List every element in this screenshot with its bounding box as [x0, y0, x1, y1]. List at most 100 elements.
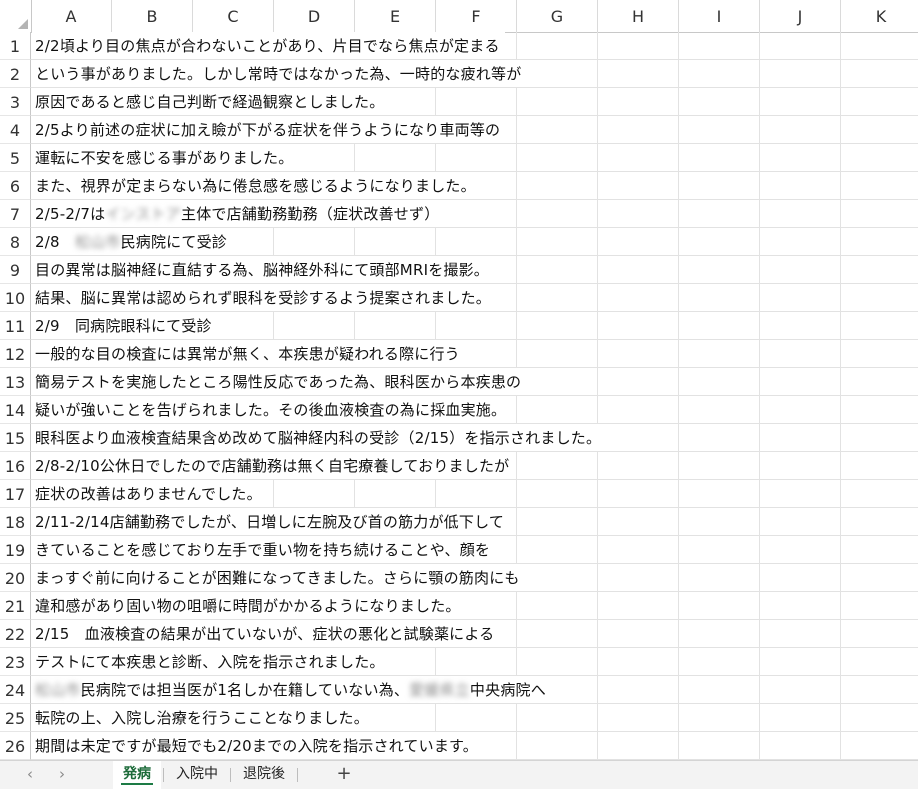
cell-text: 2/8-2/10公休日でしたので店舗勤務は無く自宅療養しておりましたが: [35, 457, 510, 475]
column-header-e[interactable]: E: [355, 0, 436, 32]
cell-text: 眼科医より血液検査結果含め改めて脳神経内科の受診（2/15）を指示されました。: [35, 429, 602, 447]
row-header[interactable]: 2: [0, 60, 31, 88]
column-gridline: [678, 32, 679, 760]
cell-a20[interactable]: まっすぐ前に向けることが困難になってきました。さらに顎の筋肉にも: [35, 564, 520, 592]
column-gridline: [840, 32, 841, 760]
row-header[interactable]: 15: [0, 424, 31, 452]
cell-a13[interactable]: 簡易テストを実施したところ陽性反応であった為、眼科医から本疾患の: [35, 368, 521, 396]
cell-text: 2/8: [35, 233, 75, 251]
row-header[interactable]: 4: [0, 116, 31, 144]
column-header-c[interactable]: C: [193, 0, 274, 32]
select-all-triangle-icon: [18, 19, 28, 29]
cell-a23[interactable]: テストにて本疾患と診断、入院を指示されました。: [35, 648, 385, 676]
row-header[interactable]: 22: [0, 620, 31, 648]
row-header[interactable]: 13: [0, 368, 31, 396]
column-header-h[interactable]: H: [598, 0, 679, 32]
next-sheet-chevron-icon[interactable]: ›: [52, 761, 72, 789]
cell-a12[interactable]: 一般的な目の検査には異常が無く、本疾患が疑われる際に行う: [35, 340, 460, 368]
row-header[interactable]: 10: [0, 284, 31, 312]
sheet-tab-label: 入院中: [176, 766, 218, 782]
column-header-j[interactable]: J: [760, 0, 841, 32]
sheet-tab-nyuinchu[interactable]: 入院中: [166, 761, 228, 789]
column-header-i[interactable]: I: [679, 0, 760, 32]
cell-a22[interactable]: 2/15 血液検査の結果が出ていないが、症状の悪化と試験薬による: [35, 620, 494, 648]
row-header[interactable]: 5: [0, 144, 31, 172]
redacted-text: 愛媛県立: [409, 681, 470, 699]
cell-a15[interactable]: 眼科医より血液検査結果含め改めて脳神経内科の受診（2/15）を指示されました。: [35, 424, 601, 452]
redacted-text: 松山市: [35, 681, 81, 699]
cell-text: まっすぐ前に向けることが困難になってきました。さらに顎の筋肉にも: [35, 569, 520, 587]
spreadsheet-grid[interactable]: ABCDEFGHIJK 1 2/2頃より目の焦点が合わないことがあり、片目でなら焦…: [0, 0, 918, 760]
row-header[interactable]: 19: [0, 536, 31, 564]
cell-text: 民病院では担当医が1名しか在籍していない為、: [80, 681, 410, 699]
column-header-k[interactable]: K: [841, 0, 918, 32]
cell-a6[interactable]: また、視界が定まらない為に倦怠感を感じるようになりました。: [35, 172, 476, 200]
column-gridline: [759, 32, 760, 760]
cell-a8[interactable]: 2/8 松山市民病院にて受診: [35, 228, 227, 256]
cell-a11[interactable]: 2/9 同病院眼科にて受診: [35, 312, 212, 340]
add-sheet-plus-icon[interactable]: +: [332, 761, 356, 789]
column-header-g[interactable]: G: [517, 0, 598, 32]
column-header-b[interactable]: B: [112, 0, 193, 32]
cell-text: 運転に不安を感じる事がありました。: [35, 149, 294, 167]
cell-a16[interactable]: 2/8-2/10公休日でしたので店舗勤務は無く自宅療養しておりましたが: [35, 452, 509, 480]
tab-separator: [163, 768, 164, 782]
cell-text: 2/9 同病院眼科にて受診: [35, 317, 212, 335]
cell-text: 結果、脳に異常は認められず眼科を受診するよう提案されました。: [35, 289, 492, 307]
cell-a7[interactable]: 2/5-2/7はインストア主体で店舗勤務勤務（症状改善せず）: [35, 200, 439, 228]
cell-a4[interactable]: 2/5より前述の症状に加え瞼が下がる症状を伴うようになり車両等の: [35, 116, 500, 144]
cell-a1[interactable]: 2/2頃より目の焦点が合わないことがあり、片目でなら焦点が定まる: [35, 32, 500, 60]
row-header[interactable]: 9: [0, 256, 31, 284]
cell-text: という事がありました。しかし常時ではなかった為、一時的な疲れ等が: [35, 65, 522, 83]
cell-a5[interactable]: 運転に不安を感じる事がありました。: [35, 144, 293, 172]
cell-a17[interactable]: 症状の改善はありませんでした。: [35, 480, 262, 508]
cell-text: 2/15 血液検査の結果が出ていないが、症状の悪化と試験薬による: [35, 625, 495, 643]
cell-text: 民病院にて受診: [120, 233, 227, 251]
row-header[interactable]: 12: [0, 340, 31, 368]
cell-text: 2/11-2/14店舗勤務でしたが、日増しに左腕及び首の筋力が低下して: [35, 513, 505, 531]
row-header[interactable]: 23: [0, 648, 31, 676]
row-header[interactable]: 11: [0, 312, 31, 340]
cell-a14[interactable]: 疑いが強いことを告げられました。その後血液検査の為に採血実施。: [35, 396, 506, 424]
select-all-button[interactable]: [0, 0, 32, 32]
row-header[interactable]: 1: [0, 32, 31, 60]
cell-a18[interactable]: 2/11-2/14店舗勤務でしたが、日増しに左腕及び首の筋力が低下して: [35, 508, 504, 536]
cell-a19[interactable]: きていることを感じており左手で重い物を持ち続けることや、顔を: [35, 536, 490, 564]
row-header[interactable]: 20: [0, 564, 31, 592]
row-header[interactable]: 25: [0, 704, 31, 732]
row-header[interactable]: 21: [0, 592, 31, 620]
cell-text: 目の異常は脳神経に直結する為、脳神経外科にて頭部MRIを撮影。: [35, 261, 489, 279]
cell-text: 簡易テストを実施したところ陽性反応であった為、眼科医から本疾患の: [35, 373, 522, 391]
cell-text: 疑いが強いことを告げられました。その後血液検査の為に採血実施。: [35, 401, 507, 419]
row-header[interactable]: 14: [0, 396, 31, 424]
row-header[interactable]: 18: [0, 508, 31, 536]
active-tab-underline: [121, 783, 153, 785]
sheet-tab-taiingo[interactable]: 退院後: [233, 761, 295, 789]
column-header-d[interactable]: D: [274, 0, 355, 32]
row-header[interactable]: 3: [0, 88, 31, 116]
row-header[interactable]: 6: [0, 172, 31, 200]
sheet-tab-hatsubyo[interactable]: 発病: [113, 761, 161, 789]
cell-text: 症状の改善はありませんでした。: [35, 485, 262, 503]
tab-separator: [297, 768, 298, 782]
cell-a24[interactable]: 松山市民病院では担当医が1名しか在籍していない為、愛媛県立中央病院へ: [35, 676, 546, 704]
cell-a9[interactable]: 目の異常は脳神経に直結する為、脳神経外科にて頭部MRIを撮影。: [35, 256, 489, 284]
row-header[interactable]: 17: [0, 480, 31, 508]
row-header[interactable]: 24: [0, 676, 31, 704]
row-header[interactable]: 8: [0, 228, 31, 256]
cell-text: テストにて本疾患と診断、入院を指示されました。: [35, 653, 385, 671]
row-header[interactable]: 7: [0, 200, 31, 228]
cell-a26[interactable]: 期間は未定ですが最短でも2/20までの入院を指示されています。: [35, 732, 478, 760]
row-header[interactable]: 16: [0, 452, 31, 480]
column-header-f[interactable]: F: [436, 0, 517, 32]
cell-a3[interactable]: 原因であると感じ自己判断で経過観察としました。: [35, 88, 384, 116]
cell-a2[interactable]: という事がありました。しかし常時ではなかった為、一時的な疲れ等が: [35, 60, 521, 88]
cell-a21[interactable]: 違和感があり固い物の咀嚼に時間がかかるようになりました。: [35, 592, 461, 620]
cell-a10[interactable]: 結果、脳に異常は認められず眼科を受診するよう提案されました。: [35, 284, 491, 312]
cell-a25[interactable]: 転院の上、入院し治療を行うこことなりました。: [35, 704, 369, 732]
prev-sheet-chevron-icon[interactable]: ‹: [20, 761, 40, 789]
row-header[interactable]: 26: [0, 732, 31, 760]
column-header-a[interactable]: A: [31, 0, 112, 32]
cell-text: 2/5-2/7は: [35, 205, 106, 223]
cell-text: 一般的な目の検査には異常が無く、本疾患が疑われる際に行う: [35, 345, 460, 363]
